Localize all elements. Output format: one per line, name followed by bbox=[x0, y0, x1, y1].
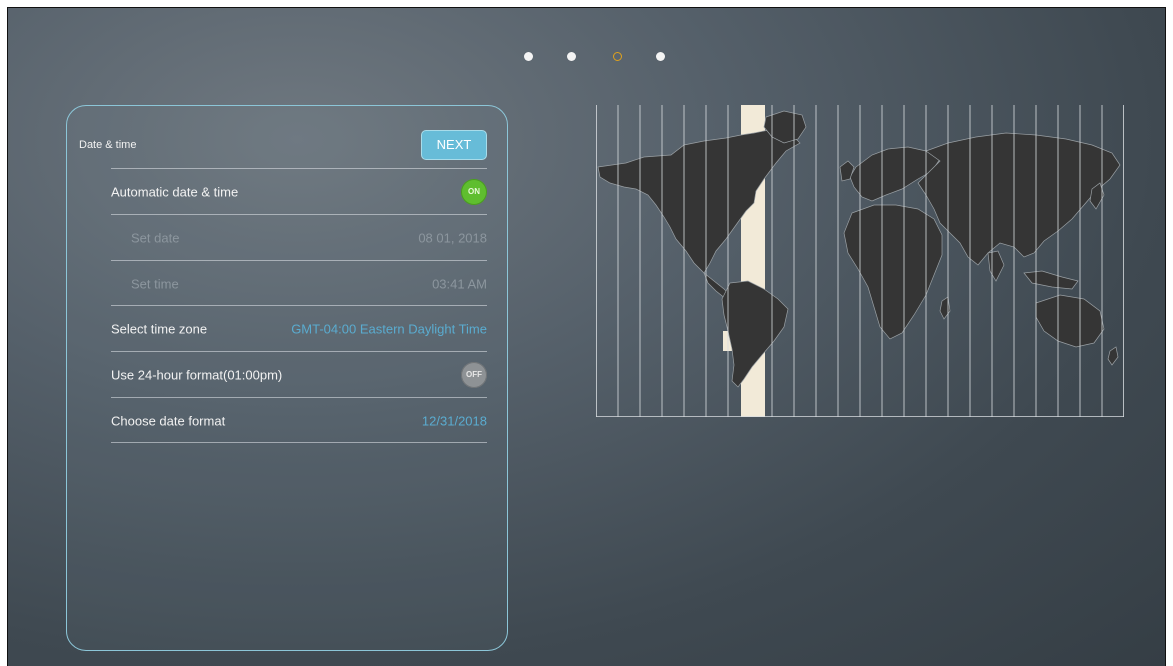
set-date-value: 08 01, 2018 bbox=[418, 230, 487, 245]
date-format-value[interactable]: 12/31/2018 bbox=[422, 413, 487, 428]
new-zealand-landmass bbox=[1107, 346, 1119, 366]
madagascar-landmass bbox=[939, 296, 951, 320]
set-date-row: Set date 08 01, 2018 bbox=[67, 215, 507, 260]
hour24-format-label: Use 24-hour format(01:00pm) bbox=[111, 367, 283, 382]
indonesia-landmass bbox=[1023, 270, 1079, 290]
page-dot-4[interactable] bbox=[656, 52, 665, 61]
date-format-label: Choose date format bbox=[111, 413, 226, 428]
panel-header: Date & time NEXT bbox=[67, 106, 507, 168]
australia-landmass bbox=[1035, 294, 1105, 348]
automatic-date-time-label: Automatic date & time bbox=[111, 184, 239, 199]
automatic-date-time-toggle[interactable]: ON bbox=[461, 178, 487, 205]
page-dot-3-active[interactable] bbox=[613, 52, 622, 61]
world-timezone-map-icon[interactable] bbox=[596, 105, 1124, 417]
time-zone-label: Select time zone bbox=[111, 321, 208, 336]
set-time-label: Set time bbox=[131, 276, 179, 291]
africa-landmass bbox=[843, 204, 943, 340]
hour24-format-row[interactable]: Use 24-hour format(01:00pm) OFF bbox=[67, 352, 507, 397]
time-zone-value[interactable]: GMT-04:00 Eastern Daylight Time bbox=[291, 321, 487, 336]
next-button[interactable]: NEXT bbox=[421, 130, 487, 160]
divider bbox=[111, 442, 487, 443]
hour24-format-toggle[interactable]: OFF bbox=[461, 361, 487, 388]
india-landmass bbox=[987, 250, 1005, 282]
page-indicator bbox=[0, 52, 1173, 66]
time-zone-row[interactable]: Select time zone GMT-04:00 Eastern Dayli… bbox=[67, 306, 507, 351]
date-time-panel: Date & time NEXT Automatic date & time O… bbox=[66, 105, 508, 651]
page-dot-1[interactable] bbox=[524, 52, 533, 61]
set-time-value: 03:41 AM bbox=[432, 276, 487, 291]
date-format-row[interactable]: Choose date format 12/31/2018 bbox=[67, 398, 507, 443]
north-america-landmass bbox=[597, 128, 801, 274]
set-date-label: Set date bbox=[131, 230, 180, 245]
panel-title: Date & time bbox=[79, 139, 137, 151]
page-dot-2[interactable] bbox=[567, 52, 576, 61]
automatic-date-time-row[interactable]: Automatic date & time ON bbox=[67, 169, 507, 214]
set-time-row: Set time 03:41 AM bbox=[67, 261, 507, 306]
